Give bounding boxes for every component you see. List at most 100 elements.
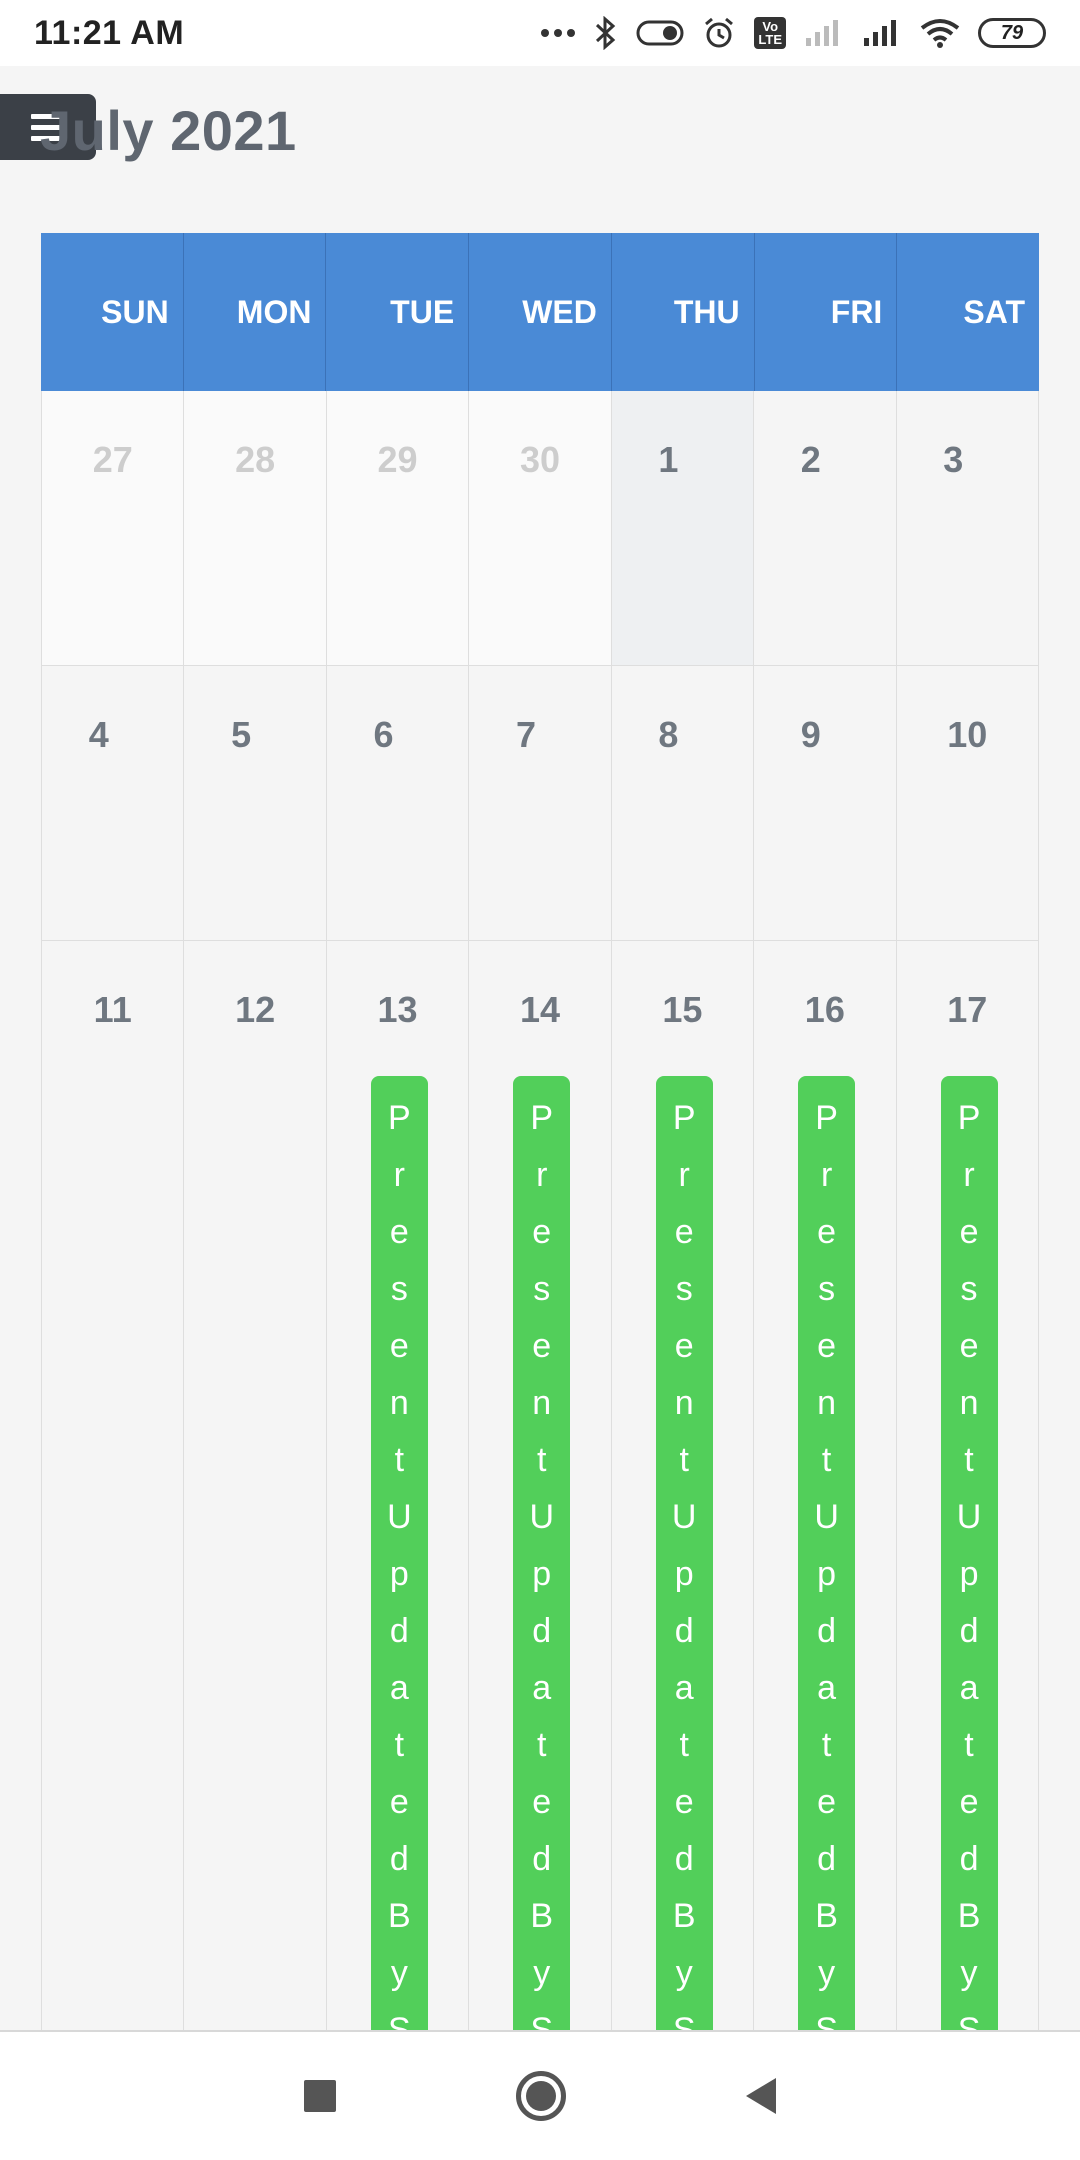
day-cell[interactable]: 30	[469, 391, 612, 666]
day-cell[interactable]: 17 PresentUpdatedByS	[896, 941, 1039, 2156]
day-cell[interactable]: 11	[41, 941, 185, 2141]
recent-apps-icon[interactable]	[304, 2080, 336, 2112]
day-cell[interactable]: 4	[41, 666, 185, 941]
day-cell[interactable]: 1	[611, 391, 755, 666]
event-letter: B	[530, 1897, 554, 1935]
event-letter: s	[675, 1270, 693, 1308]
event-letter: s	[960, 1270, 978, 1308]
event-chip[interactable]: PresentUpdatedByS	[513, 1076, 571, 2156]
event-letter: e	[674, 1213, 694, 1251]
day-cell[interactable]: 7	[469, 666, 612, 941]
day-number: 14	[519, 989, 560, 1030]
event-letter: d	[674, 1840, 694, 1878]
weekday-tue: TUE	[326, 233, 470, 391]
event-letter: n	[817, 1384, 837, 1422]
event-letter: p	[532, 1555, 552, 1593]
day-cell[interactable]: 6	[326, 666, 470, 941]
event-letter: B	[957, 1897, 981, 1935]
event-letter: t	[537, 1726, 547, 1764]
event-chip[interactable]: PresentUpdatedByS	[655, 1076, 713, 2156]
day-number: 6	[373, 714, 394, 755]
event-chip[interactable]: PresentUpdatedByS	[370, 1076, 428, 2156]
day-cell[interactable]: 28	[184, 391, 327, 666]
event-letter: y	[390, 1954, 408, 1992]
event-letter: y	[960, 1954, 978, 1992]
event-letter: d	[532, 1840, 552, 1878]
day-cell[interactable]: 13 PresentUpdatedByS	[326, 941, 470, 2156]
alarm-icon	[705, 17, 734, 48]
event-letter: r	[820, 1156, 833, 1194]
event-letter: a	[389, 1669, 409, 1707]
day-number: 27	[92, 439, 133, 480]
day-cell[interactable]: 12	[184, 941, 327, 2141]
back-icon[interactable]	[746, 2078, 776, 2114]
day-number: 11	[93, 989, 132, 1030]
event-letter: p	[674, 1555, 694, 1593]
event-letter: d	[817, 1840, 837, 1878]
weekday-thu: THU	[612, 233, 755, 391]
event-letter: r	[536, 1156, 548, 1194]
day-cell[interactable]: 14 PresentUpdatedByS	[469, 941, 612, 2156]
event-letter: s	[390, 1270, 408, 1308]
event-chip[interactable]: PresentUpdatedByS	[798, 1076, 856, 2156]
calendar: SUN MON TUE WED THU FRI SAT 27 28 29 30 1 2 3 4 5 6 7 8 9 1…	[41, 233, 1039, 2156]
event-letter: d	[959, 1612, 979, 1650]
volte-icon: Vo LTE	[754, 17, 786, 49]
day-cell[interactable]: 15 PresentUpdatedByS	[611, 941, 755, 2156]
event-letter: U	[387, 1498, 412, 1536]
day-number: 28	[235, 439, 276, 480]
event-letter: B	[672, 1897, 696, 1935]
day-cell[interactable]: 3	[896, 391, 1039, 666]
week-row: 111213PresentUpdatedByS14PresentUpdatedB…	[41, 941, 1039, 2156]
day-number: 15	[662, 989, 703, 1030]
home-icon[interactable]	[516, 2071, 566, 2121]
status-time: 11:21 AM	[34, 13, 185, 52]
event-letter: r	[963, 1156, 975, 1194]
event-letter: e	[817, 1327, 837, 1365]
day-cell[interactable]: 8	[611, 666, 755, 941]
event-letter: t	[537, 1441, 547, 1479]
day-cell[interactable]: 2	[754, 391, 897, 666]
day-cell[interactable]: 9	[754, 666, 897, 941]
day-cell[interactable]: 29	[326, 391, 470, 666]
event-letter: n	[674, 1384, 694, 1422]
more-dots-icon	[541, 29, 576, 37]
wifi-icon	[920, 19, 960, 48]
event-letter: y	[533, 1954, 551, 1992]
event-letter: e	[817, 1213, 837, 1251]
event-letter: a	[959, 1669, 979, 1707]
event-letter: t	[394, 1726, 405, 1764]
event-letter: r	[393, 1156, 405, 1194]
event-letter: e	[389, 1213, 409, 1251]
event-letter: e	[674, 1783, 694, 1821]
day-number: 9	[800, 714, 821, 755]
day-cell[interactable]: 27	[41, 391, 185, 666]
day-number: 5	[231, 714, 252, 755]
day-cell[interactable]: 16 PresentUpdatedByS	[754, 941, 897, 2156]
event-letter: t	[821, 1726, 832, 1764]
event-letter: d	[532, 1612, 552, 1650]
event-letter: e	[817, 1783, 837, 1821]
event-letter: d	[674, 1612, 694, 1650]
bluetooth-icon	[596, 16, 616, 50]
battery-icon: 79	[978, 18, 1046, 48]
day-number: 13	[377, 989, 418, 1030]
week-row: 27 28 29 30 1 2 3	[41, 391, 1039, 666]
day-number: 2	[800, 439, 821, 480]
event-letter: d	[389, 1840, 409, 1878]
event-letter: P	[815, 1099, 838, 1137]
event-letter: e	[532, 1783, 552, 1821]
day-cell[interactable]: 5	[184, 666, 327, 941]
weekday-sun: SUN	[41, 233, 184, 391]
status-bar: 11:21 AM Vo LTE 79	[0, 0, 1080, 66]
event-letter: P	[957, 1099, 981, 1137]
day-number: 16	[804, 989, 845, 1030]
event-letter: B	[388, 1897, 411, 1935]
event-letter: U	[671, 1498, 697, 1536]
day-cell[interactable]: 10	[896, 666, 1039, 941]
event-letter: s	[533, 1270, 551, 1308]
event-chip[interactable]: PresentUpdatedByS	[940, 1076, 998, 2156]
status-icons: Vo LTE 79	[540, 16, 1046, 50]
event-letter: P	[672, 1099, 696, 1137]
event-letter: t	[964, 1441, 974, 1479]
